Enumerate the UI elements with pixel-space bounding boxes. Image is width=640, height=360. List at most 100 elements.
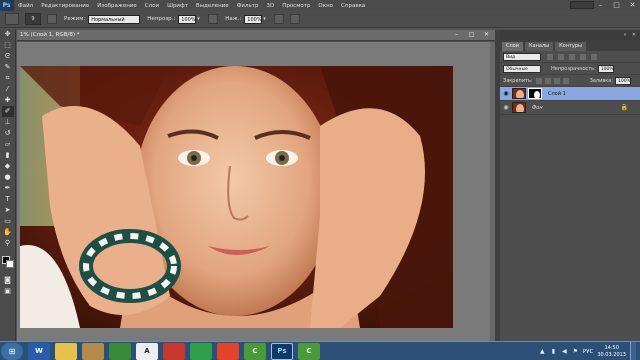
color-swatches[interactable] <box>0 255 16 275</box>
taskbar-word-icon[interactable]: W <box>28 342 50 360</box>
fill-field[interactable]: 100% <box>615 76 632 85</box>
zoom-tool-icon[interactable]: ⚲ <box>2 238 14 249</box>
taskbar-photos-icon[interactable] <box>82 342 104 360</box>
brush-panel-icon[interactable] <box>47 14 57 24</box>
taskbar-winrar-icon[interactable] <box>109 342 131 360</box>
screen-mode-icon[interactable]: ▣ <box>2 286 14 297</box>
menu-edit[interactable]: Редактирование <box>37 3 93 9</box>
layer-row[interactable]: ◉ Слой 1 <box>500 87 640 101</box>
document-tab[interactable]: 1% (Слой 1, RGB/8) * – □ ✕ <box>17 30 495 41</box>
eye-icon[interactable]: ◉ <box>502 90 510 98</box>
move-tool-icon[interactable]: ✥ <box>2 29 14 40</box>
crop-tool-icon[interactable]: ⌗ <box>2 73 14 84</box>
menu-select[interactable]: Выделение <box>192 3 233 9</box>
start-button[interactable]: ⊞ <box>1 342 23 360</box>
maximize-button[interactable]: □ <box>611 1 622 10</box>
network-icon[interactable]: ▮ <box>550 348 557 355</box>
brush-size-picker[interactable]: 9 <box>25 13 41 25</box>
filter-type-icon[interactable] <box>569 53 575 60</box>
doc-close-button[interactable]: ✕ <box>482 31 491 39</box>
airbrush-icon[interactable] <box>274 14 285 24</box>
menu-window[interactable]: Окно <box>314 3 337 9</box>
hand-tool-icon[interactable]: ✋ <box>2 227 14 238</box>
canvas-area[interactable] <box>17 42 495 341</box>
menu-type[interactable]: Шрифт <box>163 3 192 9</box>
taskbar-photoshop-icon[interactable]: Ps <box>271 342 293 360</box>
layer-mask-thumbnail[interactable] <box>528 88 542 99</box>
quick-select-tool-icon[interactable]: ✎ <box>2 62 14 73</box>
type-tool-icon[interactable]: T <box>2 194 14 205</box>
tab-channels[interactable]: Каналы <box>525 42 554 51</box>
taskbar-utorrent-icon[interactable] <box>190 342 212 360</box>
filter-pixel-icon[interactable] <box>547 53 553 60</box>
clone-stamp-tool-icon[interactable]: ⊥ <box>2 117 14 128</box>
layer-opacity-field[interactable]: 100% <box>597 64 614 73</box>
volume-icon[interactable]: ◀ <box>561 348 568 355</box>
brush-tool-icon[interactable]: ✐ <box>1 106 14 117</box>
close-button[interactable]: ✕ <box>627 1 638 10</box>
tool-preset-picker[interactable] <box>5 13 19 25</box>
pressure-size-icon[interactable] <box>290 14 301 24</box>
pressure-opacity-icon[interactable] <box>208 14 219 24</box>
taskbar-folder-icon[interactable] <box>55 342 77 360</box>
taskbar-flashget-icon[interactable] <box>163 342 185 360</box>
layer-name[interactable]: Слой 1 <box>548 91 566 97</box>
lasso-tool-icon[interactable]: ᘓ <box>2 51 14 62</box>
opacity-field[interactable]: 100% <box>178 14 197 24</box>
filter-smart-icon[interactable] <box>591 53 597 60</box>
doc-restore-button[interactable]: □ <box>467 31 476 39</box>
collapse-panel-icon[interactable]: » <box>622 32 628 38</box>
menu-help[interactable]: Справка <box>337 3 369 9</box>
shape-tool-icon[interactable]: ▭ <box>2 216 14 227</box>
history-brush-tool-icon[interactable]: ↺ <box>2 128 14 139</box>
menu-view[interactable]: Просмотр <box>278 3 314 9</box>
clock[interactable]: 14:50 30.03.2013 <box>597 345 626 359</box>
menu-3d[interactable]: 3D <box>262 3 278 9</box>
dodge-tool-icon[interactable]: ● <box>2 172 14 183</box>
tab-layers[interactable]: Слои <box>502 42 523 51</box>
eye-icon[interactable]: ◉ <box>502 104 510 112</box>
language-indicator[interactable]: РУС <box>583 349 594 355</box>
lock-transparent-icon[interactable] <box>535 77 542 84</box>
taskbar-camtasia-recorder-icon[interactable]: C <box>298 342 320 360</box>
menu-image[interactable]: Изображение <box>93 3 141 9</box>
layer-name[interactable]: Фон <box>532 105 543 111</box>
quick-mask-icon[interactable]: ◙ <box>2 275 14 286</box>
layer-row[interactable]: ◉ Фон 🔒 <box>500 101 640 115</box>
workspace-select[interactable] <box>570 1 594 9</box>
mode-select[interactable]: Нормальный <box>88 14 141 24</box>
taskbar-chrome-icon[interactable] <box>217 342 239 360</box>
tray-arrow-icon[interactable]: ▲ <box>539 348 546 355</box>
close-panel-icon[interactable]: ✕ <box>631 32 637 38</box>
filter-adjust-icon[interactable] <box>558 53 564 60</box>
eyedropper-tool-icon[interactable]: ⁄ <box>2 84 14 95</box>
lock-position-icon[interactable] <box>553 77 560 84</box>
lock-all-icon[interactable] <box>562 77 569 84</box>
document-image[interactable] <box>20 66 453 328</box>
healing-brush-tool-icon[interactable]: ✚ <box>2 95 14 106</box>
lock-pixels-icon[interactable] <box>544 77 551 84</box>
layer-kind-select[interactable]: Вид <box>503 52 541 61</box>
marquee-tool-icon[interactable]: ⬚ <box>2 40 14 51</box>
menu-filter[interactable]: Фильтр <box>233 3 263 9</box>
chevron-down-icon[interactable]: ▾ <box>197 15 202 24</box>
menu-layers[interactable]: Слои <box>141 3 163 9</box>
filter-shape-icon[interactable] <box>580 53 586 60</box>
taskbar-acrobat-icon[interactable]: A <box>136 342 158 360</box>
pen-tool-icon[interactable]: ✒ <box>2 183 14 194</box>
chevron-down-icon[interactable]: ▾ <box>263 15 268 24</box>
menu-file[interactable]: Файл <box>14 3 37 9</box>
taskbar-camtasia-icon[interactable]: C <box>244 342 266 360</box>
minimize-button[interactable]: – <box>595 1 606 10</box>
path-select-tool-icon[interactable]: ➤ <box>2 205 14 216</box>
show-desktop-button[interactable] <box>630 342 636 360</box>
blend-mode-select[interactable]: Обычные <box>503 64 541 73</box>
tab-paths[interactable]: Контуры <box>555 42 586 51</box>
flow-field[interactable]: 100% <box>244 14 263 24</box>
blur-tool-icon[interactable]: ◆ <box>2 161 14 172</box>
eraser-tool-icon[interactable]: ▱ <box>2 139 14 150</box>
doc-minimize-button[interactable]: – <box>452 31 461 39</box>
flag-icon[interactable]: ⚑ <box>572 348 579 355</box>
gradient-tool-icon[interactable]: ▮ <box>2 150 14 161</box>
background-color-swatch[interactable] <box>6 260 14 268</box>
